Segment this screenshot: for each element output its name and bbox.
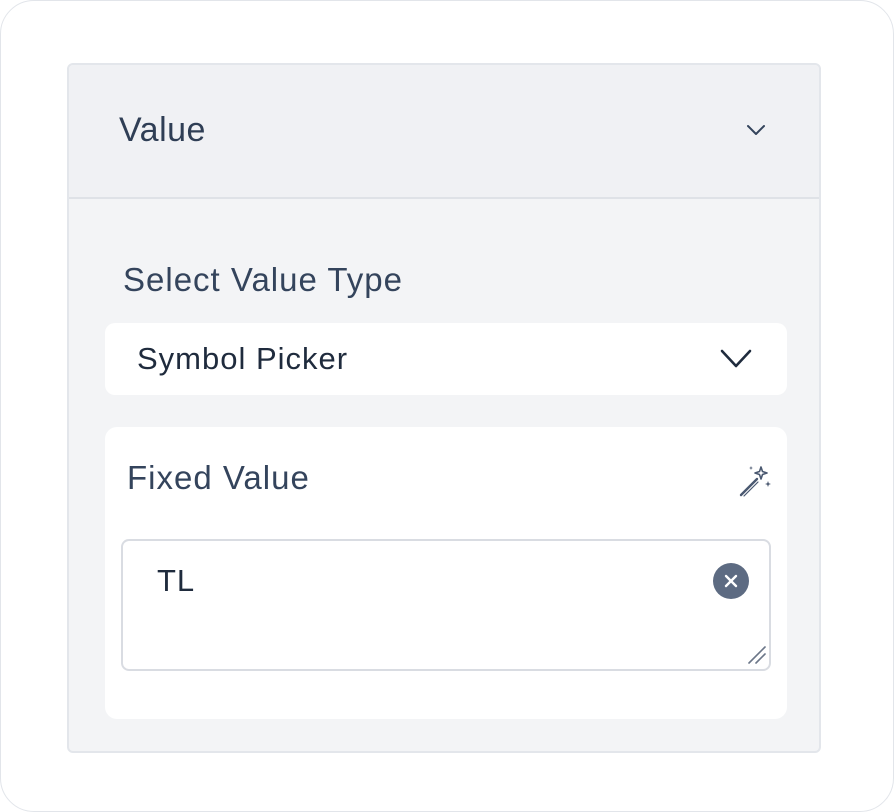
chevron-down-icon <box>720 349 752 368</box>
fixed-value-textarea[interactable]: TL <box>121 539 771 671</box>
select-value-type-label: Select Value Type <box>123 261 403 298</box>
fixed-value-label: Fixed Value <box>127 459 310 496</box>
chevron-down-icon[interactable] <box>745 120 767 140</box>
panel-title: Value <box>119 111 206 149</box>
magic-wand-icon[interactable] <box>737 463 773 499</box>
dialog-frame: Value Select Value Type Symbol Picker Fi… <box>0 0 894 812</box>
clear-circle-icon[interactable] <box>713 563 749 599</box>
fixed-value-text: TL <box>157 563 196 598</box>
value-panel: Value Select Value Type Symbol Picker Fi… <box>67 63 821 753</box>
fixed-value-card: Fixed Value TL <box>105 427 787 719</box>
value-type-select[interactable]: Symbol Picker <box>105 323 787 395</box>
value-type-selected: Symbol Picker <box>137 341 349 376</box>
resize-handle-icon[interactable] <box>747 645 767 665</box>
value-panel-header[interactable]: Value <box>69 65 819 199</box>
